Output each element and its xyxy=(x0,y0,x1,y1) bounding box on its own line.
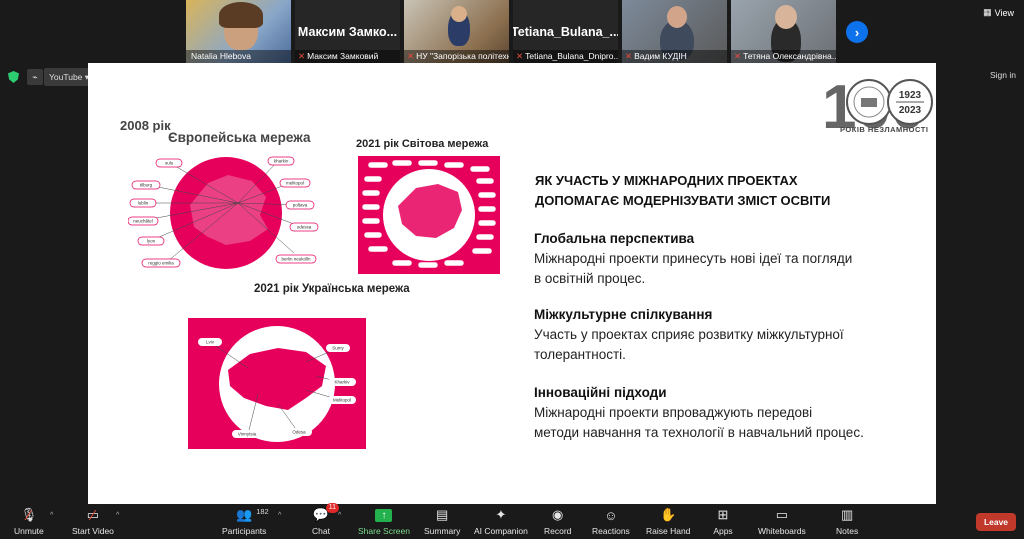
notes-button[interactable]: ▥ Notes xyxy=(836,506,858,536)
share-screen-icon: ↑ xyxy=(373,506,395,524)
notes-icon: ▥ xyxy=(840,507,854,522)
euro-label: lyon xyxy=(147,239,156,244)
chevron-right-icon: › xyxy=(854,24,860,40)
mic-muted-icon: ✕ xyxy=(298,51,306,61)
start-video-button[interactable]: ▭ ⁄ Start Video xyxy=(72,506,114,537)
mic-muted-icon: ✕ xyxy=(734,51,742,61)
participant-name: Natalia Hlebova xyxy=(186,50,291,63)
year-2008-label: 2008 рік xyxy=(120,118,171,133)
whiteboard-icon: ▭ xyxy=(775,507,788,522)
participant-name: ✕ Тетяна Олександрівна... xyxy=(731,50,836,63)
hand-icon: ✋ xyxy=(660,507,677,522)
chat-options-caret[interactable]: ^ xyxy=(338,512,341,519)
participant-name: ✕ Вадим КУДІН xyxy=(622,50,727,63)
participant-display-name: Максим Замко... xyxy=(297,24,398,39)
video-off-icon: ▭ ⁄ xyxy=(86,506,100,524)
participants-button[interactable]: 👥 182 Participants xyxy=(222,506,269,536)
participant-name: ✕ Максим Замковий xyxy=(295,50,400,63)
view-button[interactable]: ▦ View xyxy=(983,7,1014,18)
ua-label: Kharkiv xyxy=(334,380,350,385)
participants-options-caret[interactable]: ^ xyxy=(278,512,281,519)
record-button[interactable]: ◉ Record xyxy=(544,506,571,536)
euro-label: oulu xyxy=(165,161,174,166)
participant-tile[interactable]: Tetiana_Bulana_... ✕ Tetiana_Bulana_Dnipr… xyxy=(513,0,618,63)
mic-muted-icon: ✕ xyxy=(516,51,524,61)
mic-muted-icon: ✕ xyxy=(407,51,415,61)
euro-label: lublin xyxy=(138,201,149,206)
participant-hair xyxy=(219,2,263,28)
apps-icon: ⊞ xyxy=(717,507,729,522)
record-icon: ◉ xyxy=(552,507,564,522)
participant-display-name: Tetiana_Bulana_... xyxy=(513,24,618,39)
euro-label: tilburg xyxy=(140,183,153,188)
grid-icon: ▦ xyxy=(983,7,992,17)
participant-name: ✕ Tetiana_Bulana_Dnipro... xyxy=(513,50,618,63)
slide-heading: ЯК УЧАСТЬ У МІЖНАРОДНИХ ПРОЕКТАХ ДОПОМАГ… xyxy=(535,173,831,208)
slide-section: Глобальна перспектива Міжнародні проекти… xyxy=(534,231,853,286)
participants-icon: 👥 182 xyxy=(236,507,269,522)
rss-icon[interactable]: ⌁ xyxy=(27,69,43,85)
european-network-map: oulu kharkiv tilburg melitopol lublin po… xyxy=(128,156,319,269)
participant-tile[interactable]: Natalia Hlebova xyxy=(186,0,291,63)
mic-muted-icon: 🎙 ⁄ xyxy=(20,506,38,524)
audio-options-caret[interactable]: ^ xyxy=(50,512,53,519)
sign-in-link[interactable]: Sign in xyxy=(990,70,1016,80)
share-screen-button[interactable]: ↑ Share Screen xyxy=(358,506,410,536)
world-network-title: 2021 рік Світова мережа xyxy=(356,138,489,150)
euro-label: odessa xyxy=(297,225,312,230)
unmute-button[interactable]: 🎙 ⁄ Unmute xyxy=(14,506,44,537)
chat-badge: 11 xyxy=(325,503,339,513)
ua-label: Sumy xyxy=(332,346,344,351)
participant-tile[interactable]: ✕ Вадим КУДІН xyxy=(622,0,727,63)
reactions-button[interactable]: ☺ Reactions xyxy=(592,506,630,537)
euro-label: reggio emilia xyxy=(148,261,174,266)
shield-icon xyxy=(8,71,19,83)
euro-label: melitopol xyxy=(286,181,304,186)
chat-button[interactable]: 💬 11 Chat xyxy=(310,503,339,536)
european-network-title: Європейська мережа xyxy=(168,130,311,145)
video-options-caret[interactable]: ^ xyxy=(116,512,119,519)
participant-face xyxy=(667,6,687,28)
participant-strip: Natalia Hlebova Максим Замко... ✕ Максим … xyxy=(186,0,836,63)
ukrainian-network-map: Lviv Sumy Kharkiv Melitopol Odesa Vinnyt… xyxy=(188,318,366,449)
logo-caption: РОКІВ НЕЗЛАМНОСТІ xyxy=(840,125,929,134)
raise-hand-button[interactable]: ✋ Raise Hand xyxy=(646,506,690,536)
participant-name: ✕ НУ "Запорізька політехн... xyxy=(404,50,509,63)
leave-button[interactable]: Leave xyxy=(976,513,1016,531)
ai-companion-button[interactable]: ✦ AI Companion xyxy=(474,506,528,536)
logo-year-start: 1923 xyxy=(899,90,922,101)
summary-button[interactable]: ▤ Summary xyxy=(424,506,460,536)
euro-label: kharkiv xyxy=(274,159,289,164)
euro-label: berlin neukölln xyxy=(281,257,311,262)
zoom-meeting-window: Natalia Hlebova Максим Замко... ✕ Максим … xyxy=(0,0,1024,539)
shared-slide: 100 1923 2023 РОКІВ НЕЗЛАМНОСТІ 2008 рік… xyxy=(88,63,936,504)
world-network-map xyxy=(358,156,500,274)
smiley-icon: ☺ xyxy=(604,507,618,523)
ua-label: Lviv xyxy=(206,340,215,345)
participant-face xyxy=(775,5,797,29)
ukrainian-network-title: 2021 рік Українська мережа xyxy=(254,283,410,295)
sparkle-icon: ✦ xyxy=(495,507,507,522)
slide-section: Міжкультурне спілкування Участь у проект… xyxy=(534,307,844,362)
participant-face xyxy=(451,6,467,22)
chat-icon: 💬 11 xyxy=(310,503,339,524)
euro-label: poltava xyxy=(293,203,308,208)
ua-label: Odesa xyxy=(292,430,306,435)
slide-section: Інноваційні підходи Міжнародні проекти в… xyxy=(534,385,864,440)
participant-tile[interactable]: ✕ НУ "Запорізька політехн... xyxy=(404,0,509,63)
meeting-toolbar: 🎙 ⁄ Unmute ^ ▭ ⁄ Start Video ^ 👥 182 Partic… xyxy=(0,503,1024,539)
ua-label: Melitopol xyxy=(333,398,351,403)
ua-label: Vinnytsia xyxy=(238,432,257,437)
youtube-tab[interactable]: YouTube ▾ xyxy=(44,68,94,86)
logo-year-end: 2023 xyxy=(899,105,922,116)
mic-muted-icon: ✕ xyxy=(625,51,633,61)
participant-tile[interactable]: ✕ Тетяна Олександрівна... xyxy=(731,0,836,63)
participants-count: 182 xyxy=(256,507,269,516)
participant-tile[interactable]: Максим Замко... ✕ Максим Замковий xyxy=(295,0,400,63)
next-participants-button[interactable]: › xyxy=(846,21,868,43)
summary-icon: ▤ xyxy=(436,507,449,522)
euro-label: neuchâtel xyxy=(133,219,153,224)
apps-button[interactable]: ⊞ Apps xyxy=(712,506,734,536)
whiteboards-button[interactable]: ▭ Whiteboards xyxy=(758,506,806,536)
